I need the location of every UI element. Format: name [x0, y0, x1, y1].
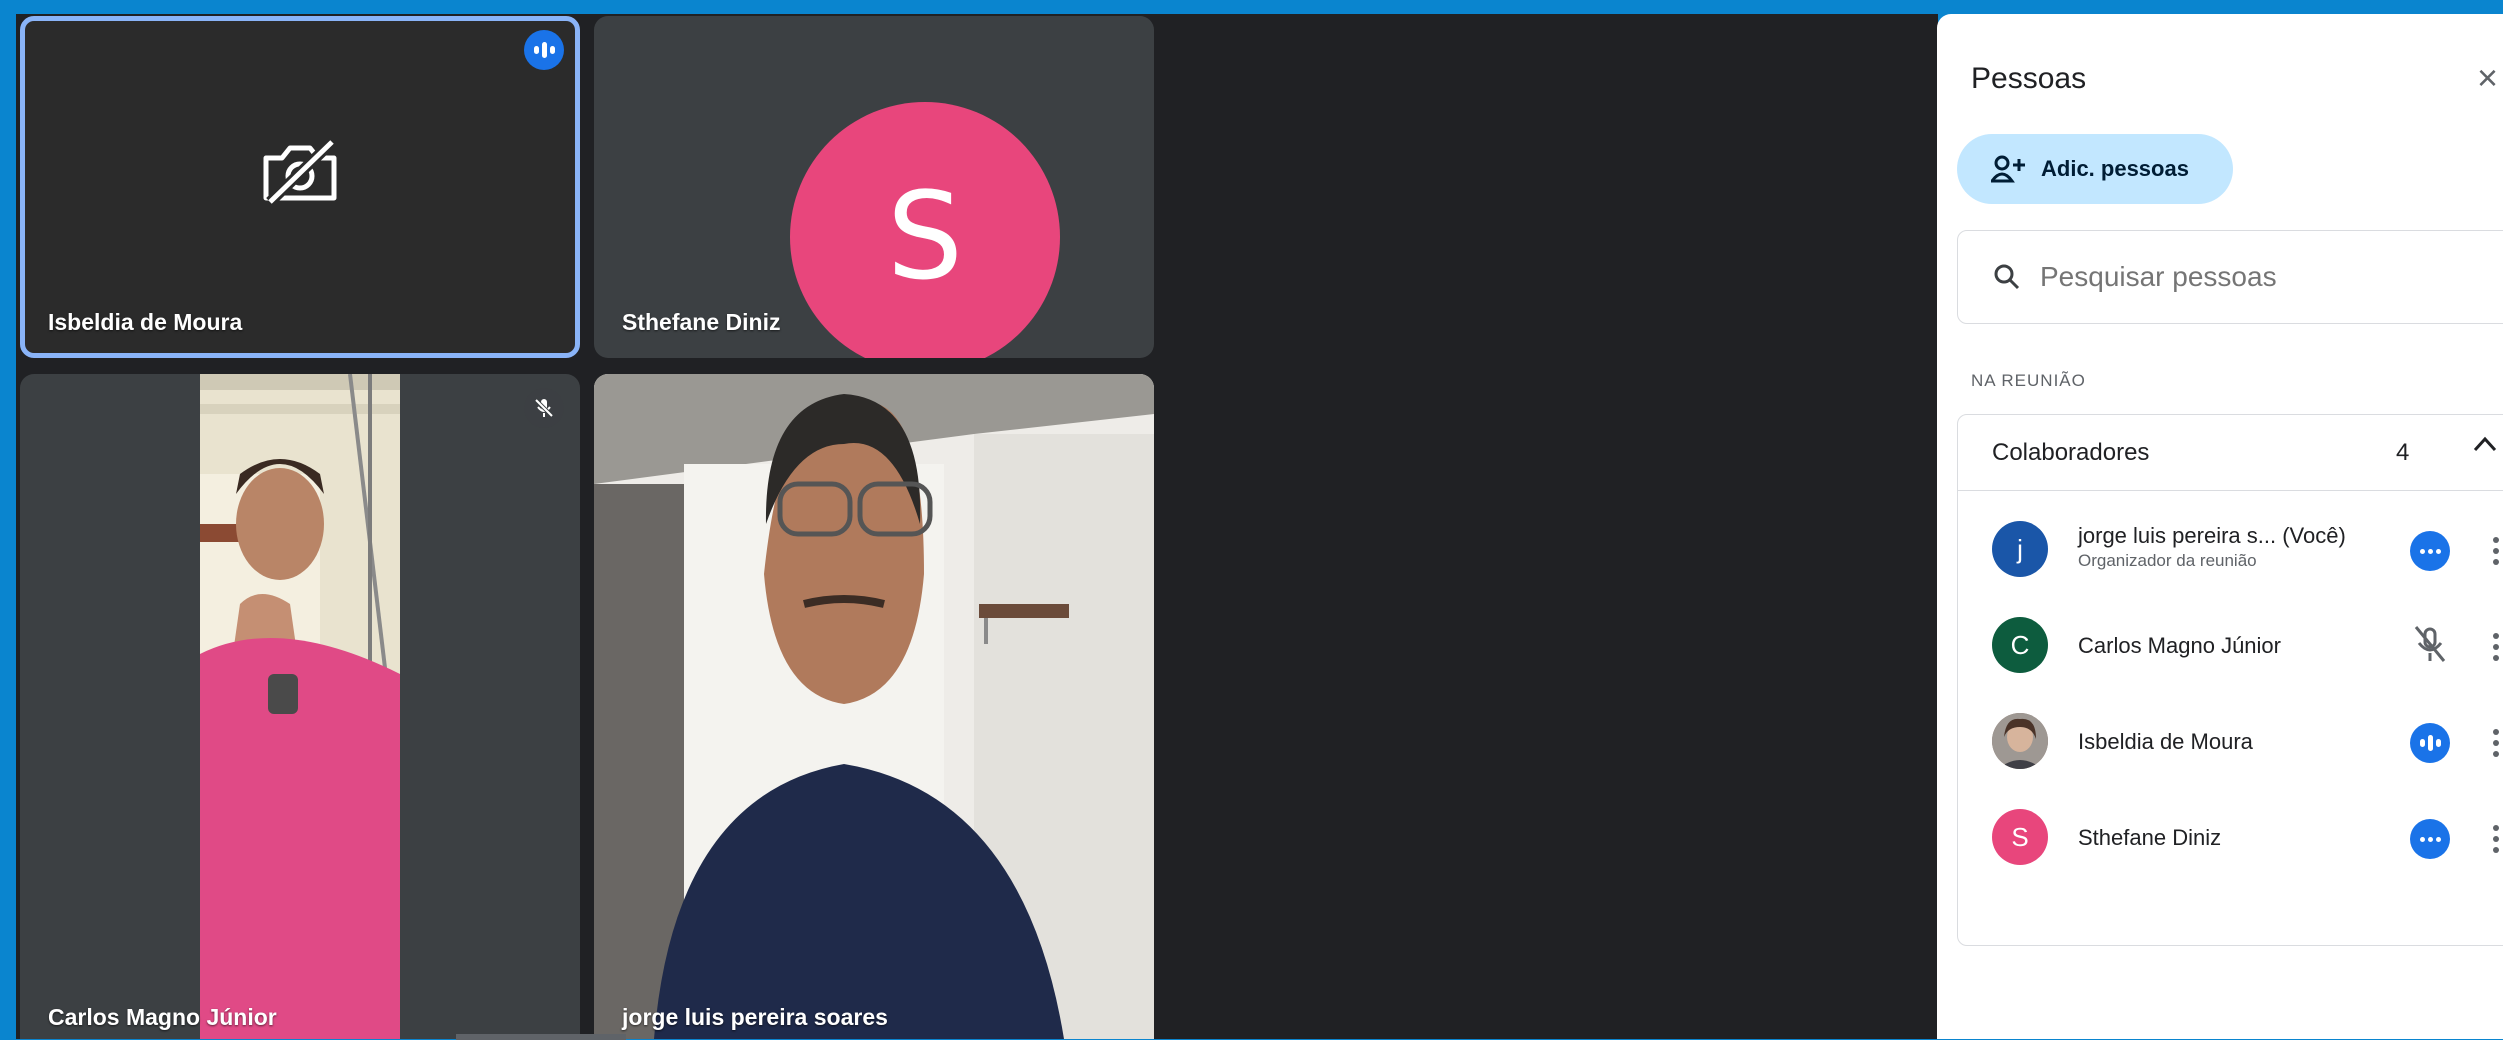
person-role: Organizador da reunião: [2078, 551, 2257, 570]
chevron-up-icon[interactable]: [2472, 435, 2498, 453]
participant-tile-carlos[interactable]: Carlos Magno Júnior: [20, 374, 580, 1039]
participant-name: Sthefane Diniz: [622, 309, 781, 335]
group-title: Colaboradores: [1992, 439, 2150, 466]
collaborators-group: Colaboradores 4 j jorge luis pereira s..…: [1957, 414, 2503, 946]
search-icon: [1994, 264, 2020, 290]
more-vert-icon[interactable]: [2490, 627, 2502, 667]
list-item[interactable]: Isbeldia de Moura: [1958, 693, 2503, 789]
close-icon[interactable]: ×: [2477, 60, 2498, 96]
speaking-indicator-icon: [2410, 723, 2450, 763]
add-people-label: Adic. pessoas: [2041, 156, 2189, 181]
collaborators-header[interactable]: Colaboradores 4: [1958, 415, 2503, 491]
video-feed: [594, 374, 1154, 1039]
more-vert-icon[interactable]: [2490, 723, 2502, 763]
list-item[interactable]: S Sthefane Diniz: [1958, 789, 2503, 885]
avatar: C: [1992, 617, 2048, 673]
more-options-status-icon: [2410, 531, 2450, 571]
profile-photo: [1992, 713, 2048, 769]
participant-name: Isbeldia de Moura: [48, 309, 243, 335]
search-field[interactable]: [1957, 230, 2503, 324]
participant-tile-sthefane[interactable]: S Sthefane Diniz: [594, 16, 1154, 358]
avatar: S: [790, 102, 1060, 358]
video-feed: [200, 374, 400, 1039]
camera-off-icon: [263, 140, 337, 204]
avatar: S: [1992, 809, 2048, 865]
section-label: NA REUNIÃO: [1971, 371, 2086, 390]
add-person-icon: [1991, 155, 2025, 183]
people-panel: Pessoas × Adic. pessoas NA REUNIÃO Colab…: [1937, 14, 2503, 1039]
person-name: jorge luis pereira s... (Você): [2078, 523, 2346, 548]
speaking-indicator-icon: [524, 30, 564, 70]
person-name: Isbeldia de Moura: [2078, 729, 2253, 754]
more-vert-icon[interactable]: [2490, 531, 2502, 571]
screen-frame: Isbeldia de Moura S Sthefane Diniz Carlo…: [0, 0, 2503, 1040]
mic-off-icon: [524, 388, 564, 428]
participant-name: jorge luis pereira soares: [622, 1004, 888, 1030]
participant-tile-jorge[interactable]: jorge luis pereira soares: [594, 374, 1154, 1039]
list-item[interactable]: C Carlos Magno Júnior: [1958, 597, 2503, 693]
add-people-button[interactable]: Adic. pessoas: [1957, 134, 2233, 204]
mic-off-icon: [2414, 626, 2446, 662]
more-options-status-icon: [2410, 819, 2450, 859]
search-input[interactable]: [2040, 261, 2420, 293]
avatar: [1992, 713, 2048, 769]
list-item[interactable]: j jorge luis pereira s... (Você) Organiz…: [1958, 501, 2503, 597]
person-name: Carlos Magno Júnior: [2078, 633, 2281, 658]
participant-tile-isbeldia[interactable]: Isbeldia de Moura: [20, 16, 580, 358]
person-name: Sthefane Diniz: [2078, 825, 2222, 850]
avatar: j: [1992, 521, 2048, 577]
more-vert-icon[interactable]: [2490, 819, 2502, 859]
participant-name: Carlos Magno Júnior: [48, 1004, 277, 1030]
meeting-grid: Isbeldia de Moura S Sthefane Diniz Carlo…: [16, 14, 1938, 1040]
group-count: 4: [2396, 439, 2410, 466]
panel-title: Pessoas: [1971, 62, 2087, 95]
toolbar-strip: [456, 1034, 626, 1040]
